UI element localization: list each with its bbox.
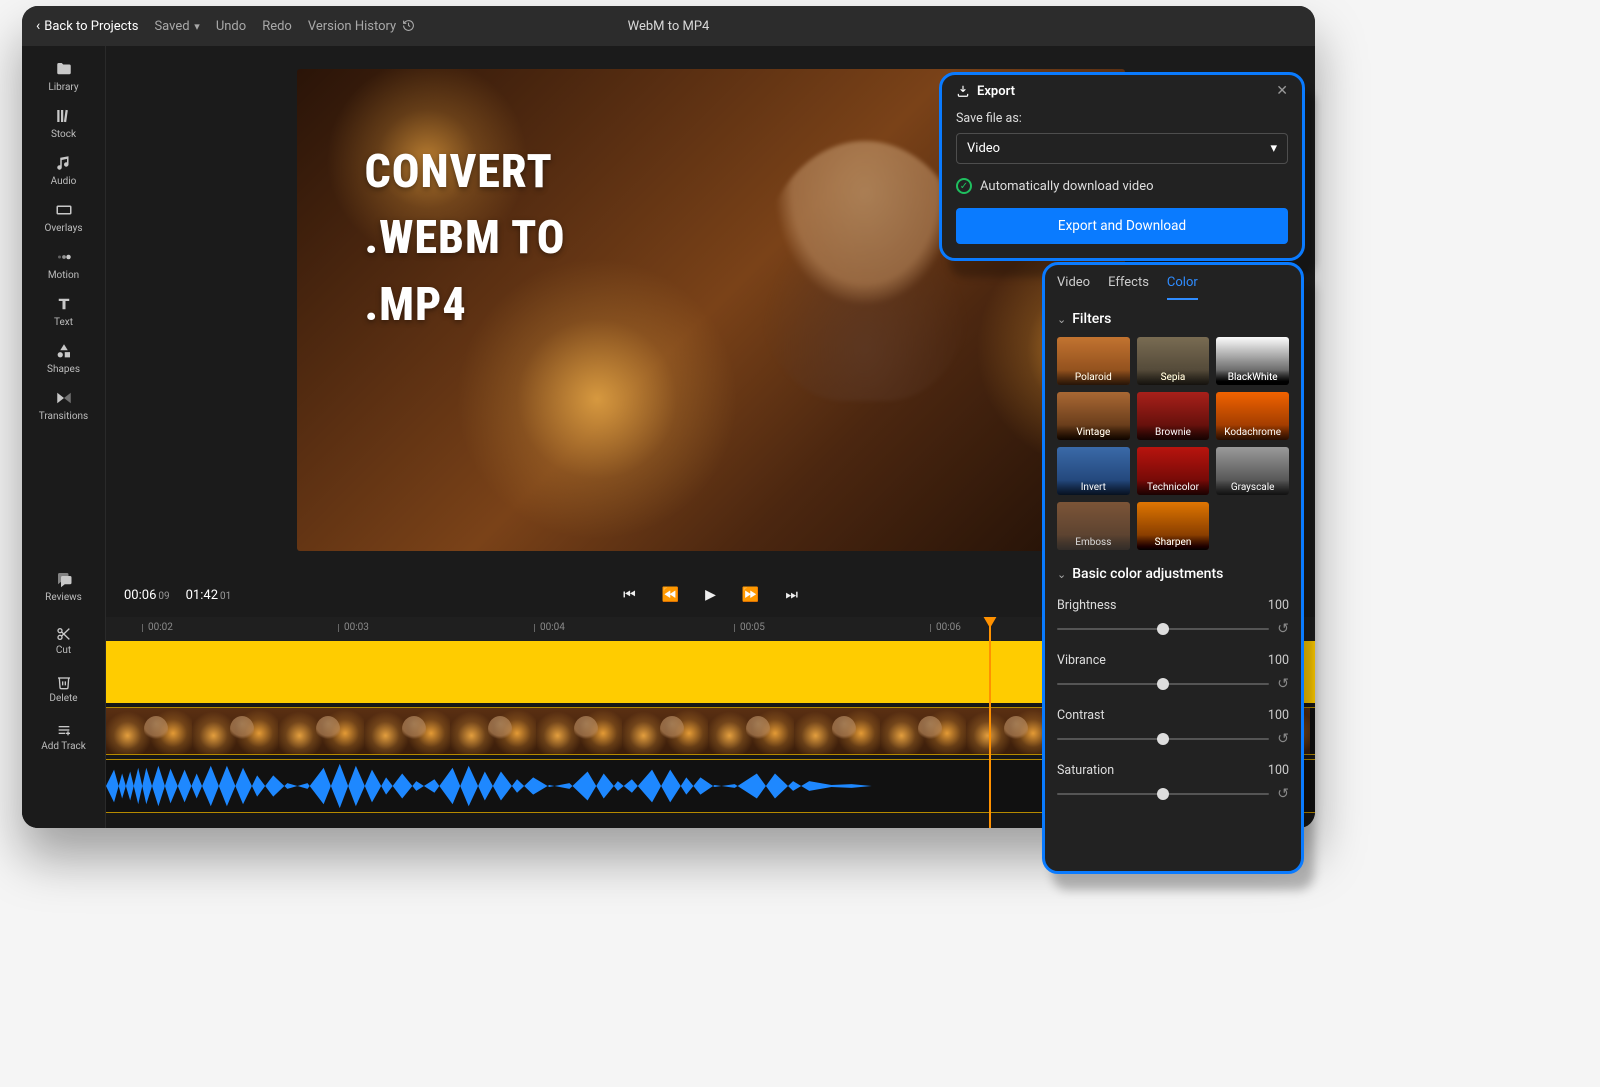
play-button[interactable]: ▶ [705,587,716,603]
filter-invert[interactable]: Invert [1057,447,1130,495]
add-track-button[interactable]: Add Track [22,713,105,761]
contrast-slider[interactable] [1057,738,1269,740]
scissors-icon [55,626,73,642]
transitions-icon [54,389,74,407]
cut-button[interactable]: Cut [22,617,105,665]
reset-contrast-button[interactable]: ↺ [1277,731,1289,747]
delete-button[interactable]: Delete [22,665,105,713]
redo-button[interactable]: Redo [262,19,292,34]
trash-icon [55,674,73,690]
filter-vintage[interactable]: Vintage [1057,392,1130,440]
sidebar-item-motion[interactable]: Motion [22,242,105,289]
filter-sepia[interactable]: Sepia [1137,337,1210,385]
ruler-tick: 00:02 [142,622,173,633]
tab-video[interactable]: Video [1057,275,1090,300]
shapes-icon [54,342,74,360]
back-label: Back to Projects [44,19,138,34]
filter-brownie[interactable]: Brownie [1137,392,1210,440]
playhead[interactable] [989,617,991,828]
skip-end-button[interactable]: ⏭ [785,587,798,603]
motion-icon [54,248,74,266]
undo-button[interactable]: Undo [216,19,246,34]
waveform-icon [106,760,1073,812]
vibrance-slider[interactable] [1057,683,1269,685]
books-icon [54,107,74,125]
music-icon [54,154,74,172]
saved-status[interactable]: Saved ▾ [154,19,199,34]
export-download-button[interactable]: Export and Download [956,208,1288,244]
adjust-saturation: Saturation100 ↺ [1057,763,1289,802]
sidebar-item-library[interactable]: Library [22,54,105,101]
adjust-brightness: Brightness100 ↺ [1057,598,1289,637]
ruler-tick: 00:05 [734,622,765,633]
filter-emboss[interactable]: Emboss [1057,502,1130,550]
folder-icon [54,60,74,78]
skip-start-button[interactable]: ⏮ [623,587,636,603]
reset-brightness-button[interactable]: ↺ [1277,621,1289,637]
chevron-down-icon: ▾ [192,20,200,33]
sidebar-item-reviews[interactable]: Reviews [22,564,105,611]
chevron-left-icon: ‹ [36,18,40,34]
filter-technicolor[interactable]: Technicolor [1137,447,1210,495]
sidebar-item-transitions[interactable]: Transitions [22,383,105,430]
saturation-slider[interactable] [1057,793,1269,795]
filter-polaroid[interactable]: Polaroid [1057,337,1130,385]
adjustments-heading[interactable]: ⌄Basic color adjustments [1057,566,1289,582]
chevron-down-icon: ⌄ [1057,568,1066,581]
sidebar-item-audio[interactable]: Audio [22,148,105,195]
chevron-down-icon: ▾ [1270,141,1277,156]
forward-button[interactable]: ⏩ [742,587,759,603]
overlay-icon [54,201,74,219]
back-to-projects-button[interactable]: ‹ Back to Projects [36,18,138,34]
reset-saturation-button[interactable]: ↺ [1277,786,1289,802]
ruler-tick: 00:06 [930,622,961,633]
close-button[interactable]: ✕ [1276,83,1288,99]
panel-tabs: Video Effects Color [1045,265,1301,301]
sidebar-item-overlays[interactable]: Overlays [22,195,105,242]
add-track-icon [55,722,73,738]
tab-effects[interactable]: Effects [1108,275,1149,300]
ruler-tick: 00:04 [534,622,565,633]
total-time: 01:4201 [186,588,232,603]
filter-grayscale[interactable]: Grayscale [1216,447,1289,495]
download-icon [956,84,970,98]
chevron-down-icon: ⌄ [1057,313,1066,326]
export-title: Export [977,84,1015,99]
current-time: 00:0609 [124,588,170,603]
rewind-button[interactable]: ⏪ [662,587,679,603]
check-icon: ✓ [956,178,972,194]
adjust-contrast: Contrast100 ↺ [1057,708,1289,747]
top-bar: ‹ Back to Projects Saved ▾ Undo Redo Ver… [22,6,1315,46]
filter-blackwhite[interactable]: BlackWhite [1216,337,1289,385]
filter-kodachrome[interactable]: Kodachrome [1216,392,1289,440]
format-select[interactable]: Video ▾ [956,133,1288,164]
sidebar-item-stock[interactable]: Stock [22,101,105,148]
adjust-vibrance: Vibrance100 ↺ [1057,653,1289,692]
sidebar-item-text[interactable]: Text [22,289,105,336]
history-icon [402,19,415,32]
reset-vibrance-button[interactable]: ↺ [1277,676,1289,692]
ruler-tick: 00:03 [338,622,369,633]
tab-color[interactable]: Color [1167,275,1198,300]
color-panel: Video Effects Color ⌄Filters Polaroid Se… [1042,262,1304,874]
export-panel: Export ✕ Save file as: Video ▾ ✓ Automat… [939,72,1305,261]
text-icon [54,295,74,313]
save-as-label: Save file as: [956,111,1288,126]
brightness-slider[interactable] [1057,628,1269,630]
sidebar-item-shapes[interactable]: Shapes [22,336,105,383]
left-sidebar: Library Stock Audio Overlays Motion Text [22,46,106,617]
filters-heading[interactable]: ⌄Filters [1057,311,1289,327]
version-history-button[interactable]: Version History [308,19,416,34]
chat-icon [54,570,74,588]
auto-download-checkbox[interactable]: ✓ Automatically download video [956,178,1288,194]
filter-sharpen[interactable]: Sharpen [1137,502,1210,550]
overlay-text: CONVERT .WEBM TO .MP4 [365,139,566,339]
